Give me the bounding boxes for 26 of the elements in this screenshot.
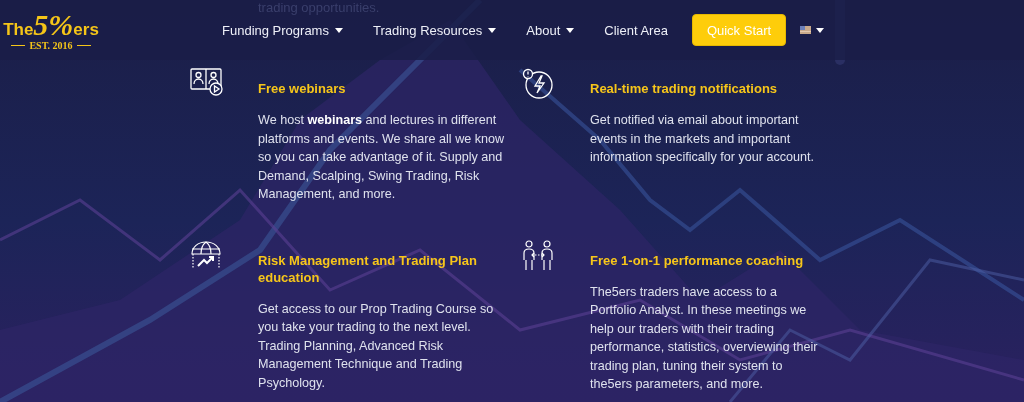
caret-icon <box>488 27 497 33</box>
umbrella-chart-icon <box>190 239 222 270</box>
nav-menu-link[interactable]: Funding Programs <box>222 22 343 38</box>
caret-icon <box>334 27 343 33</box>
caret-icon <box>816 27 825 33</box>
logo-tagline: EST. 2016 <box>11 40 91 51</box>
feature-title: Real-time trading notifications <box>590 80 779 97</box>
nav-menu-link[interactable]: Trading Resources <box>372 22 497 38</box>
feature-title: Free 1-on-1 performance coaching <box>590 251 805 269</box>
video-call-icon <box>190 68 224 96</box>
nav-menu-link[interactable]: About <box>526 22 575 38</box>
logo-text[interactable]: The <box>3 20 34 40</box>
logo-mark[interactable]: 5% <box>33 11 74 39</box>
nav-link[interactable]: Client Area <box>604 22 668 38</box>
flag-icon <box>800 26 812 34</box>
lightning-icon <box>522 68 554 100</box>
language-selector[interactable] <box>800 26 825 34</box>
caret-icon <box>566 27 575 33</box>
feature-description: The5ers traders have access to a Portfolio Analyst. In these meetings we help our traders with their trading performance, statistics, overviewing their trading plan, tuning their system to the5ers parameters, and more. <box>590 283 819 393</box>
feature-title: Risk Management and Trading Plan education <box>258 251 478 286</box>
feature-description: Get notified via email about important events in the markets and important information specifically for your account. <box>590 112 815 166</box>
feature-description: We host webinars and lectures in different platforms and events. We share all we know so you can take advantage of it. Supply and Demand, Scalping, Swing Trading, Risk Management, and more. <box>258 112 506 203</box>
feature-description: Get access to our Prop Trading Course so you take your trading to the next level. Trading Planning, Advanced Risk Management Technique and Trading Psychology. <box>258 300 495 392</box>
people-exchange-icon <box>522 239 554 272</box>
logo-text[interactable]: ers <box>73 20 99 40</box>
feature-title: Free webinars <box>258 80 347 97</box>
